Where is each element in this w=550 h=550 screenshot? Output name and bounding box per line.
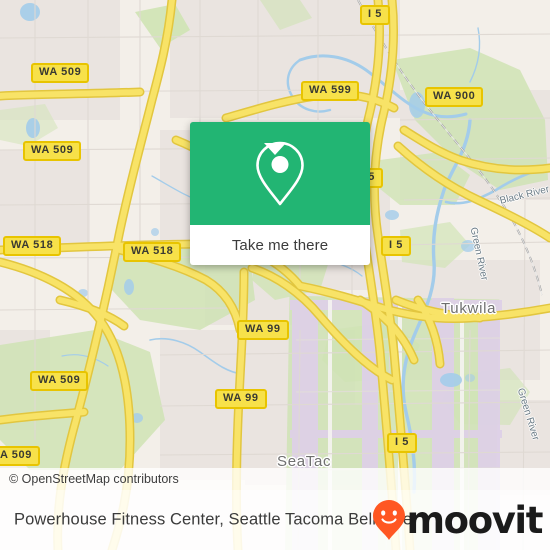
road-shield: WA 900 <box>425 87 484 107</box>
road-shield: I 5 <box>381 236 412 256</box>
moovit-brand[interactable]: moovit <box>372 498 544 542</box>
road-shield: WA 518 <box>123 242 182 262</box>
popup-icon-panel <box>190 122 370 225</box>
road-shield: WA 509 <box>31 63 90 83</box>
place-label: Tukwila <box>441 300 497 317</box>
popup-action-bar[interactable]: Take me there <box>190 225 370 265</box>
road-shield: I 5 <box>387 433 418 453</box>
moovit-wordmark: moovit <box>406 498 544 542</box>
road-shield: WA 509 <box>23 141 82 161</box>
popup-tail-arrow <box>264 143 286 155</box>
take-me-there-label: Take me there <box>231 236 329 254</box>
road-shield: A 509 <box>0 446 40 466</box>
road-shield: WA 99 <box>215 389 267 409</box>
attribution-text: © OpenStreetMap contributors <box>9 472 179 486</box>
road-shield: WA 599 <box>301 81 360 101</box>
road-shield: WA 518 <box>3 236 62 256</box>
moovit-smiley-pin-icon <box>372 500 405 540</box>
osm-attribution[interactable]: © OpenStreetMap contributors <box>0 468 550 490</box>
road-shield: WA 99 <box>237 320 289 340</box>
road-shield: I 5 <box>360 5 391 25</box>
map-screenshot: WA 509 WA 509 WA 518 WA 518 WA 509 A 509 WA 59… <box>0 0 550 550</box>
road-shield: WA 509 <box>30 371 89 391</box>
footer-bar: Powerhouse Fitness Center, Seattle Tacom… <box>0 490 550 550</box>
location-title: Powerhouse Fitness Center, Seattle Tacom… <box>14 510 413 529</box>
